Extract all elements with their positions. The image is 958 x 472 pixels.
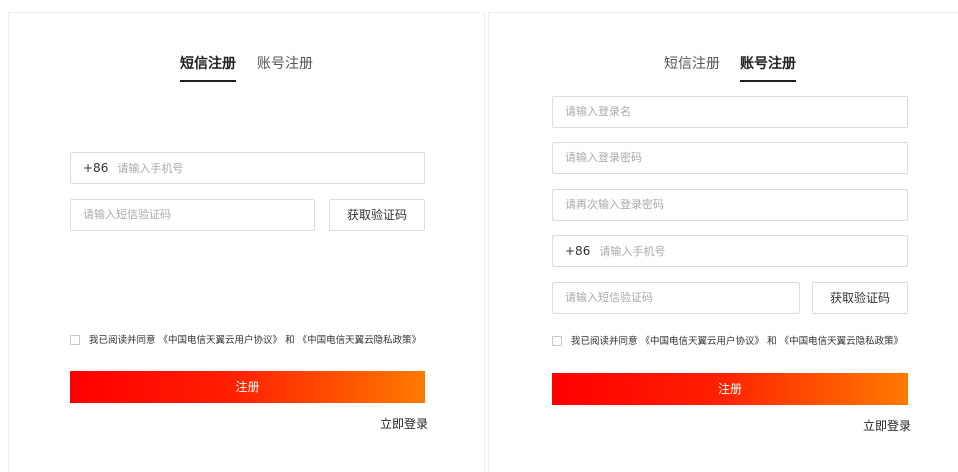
agreement-and: 和 bbox=[767, 336, 777, 347]
register-tabs: 短信注册 账号注册 bbox=[9, 55, 482, 85]
tab-account-register[interactable]: 账号注册 bbox=[257, 55, 313, 73]
agreement-prefix: 我已阅读并同意 bbox=[89, 335, 156, 346]
privacy-policy-link[interactable]: 《中国电信天翼云隐私政策》 bbox=[780, 336, 904, 347]
privacy-policy-link[interactable]: 《中国电信天翼云隐私政策》 bbox=[298, 335, 422, 346]
sms-code-field[interactable]: 请输入短信验证码 bbox=[70, 199, 315, 231]
register-button[interactable]: 注册 bbox=[552, 373, 908, 405]
username-field[interactable]: 请输入登录名 bbox=[552, 96, 908, 128]
phone-field[interactable]: +86 请输入手机号 bbox=[552, 235, 908, 267]
panel-divider bbox=[484, 12, 485, 472]
tab-account-register[interactable]: 账号注册 bbox=[740, 55, 796, 82]
register-button[interactable]: 注册 bbox=[70, 371, 425, 403]
country-code-prefix: +86 bbox=[565, 244, 591, 258]
register-tabs: 短信注册 账号注册 bbox=[489, 55, 958, 85]
country-code-prefix: +86 bbox=[83, 161, 109, 175]
get-code-button[interactable]: 获取验证码 bbox=[329, 199, 425, 231]
username-placeholder: 请输入登录名 bbox=[565, 105, 631, 118]
phone-placeholder: 请输入手机号 bbox=[599, 245, 666, 258]
sms-code-placeholder: 请输入短信验证码 bbox=[83, 208, 171, 221]
sms-code-field[interactable]: 请输入短信验证码 bbox=[552, 282, 800, 314]
phone-field[interactable]: +86 请输入手机号 bbox=[70, 152, 425, 184]
tab-sms-register[interactable]: 短信注册 bbox=[180, 55, 236, 82]
get-code-button[interactable]: 获取验证码 bbox=[812, 282, 908, 314]
agreement-row: 我已阅读并同意 《中国电信天翼云用户协议》 和 《中国电信天翼云隐私政策》 bbox=[552, 335, 903, 349]
sms-code-placeholder: 请输入短信验证码 bbox=[565, 291, 653, 304]
login-link[interactable]: 立即登录 bbox=[863, 417, 911, 434]
password-confirm-placeholder: 请再次输入登录密码 bbox=[565, 198, 664, 211]
phone-placeholder: 请输入手机号 bbox=[117, 162, 184, 175]
agreement-checkbox[interactable] bbox=[552, 336, 562, 346]
password-field[interactable]: 请输入登录密码 bbox=[552, 142, 908, 174]
password-confirm-field[interactable]: 请再次输入登录密码 bbox=[552, 189, 908, 221]
sms-register-panel: 短信注册 账号注册 +86 请输入手机号 请输入短信验证码 获取验证码 我已阅读并… bbox=[8, 12, 482, 472]
account-register-panel: 短信注册 账号注册 请输入登录名 请输入登录密码 请再次输入登录密码 +86 请输… bbox=[488, 12, 958, 472]
user-agreement-link[interactable]: 《中国电信天翼云用户协议》 bbox=[159, 335, 283, 346]
login-link[interactable]: 立即登录 bbox=[380, 415, 428, 432]
tab-sms-register[interactable]: 短信注册 bbox=[664, 55, 720, 73]
password-placeholder: 请输入登录密码 bbox=[565, 151, 642, 164]
agreement-prefix: 我已阅读并同意 bbox=[571, 336, 638, 347]
agreement-and: 和 bbox=[285, 335, 295, 346]
user-agreement-link[interactable]: 《中国电信天翼云用户协议》 bbox=[641, 336, 765, 347]
agreement-row: 我已阅读并同意 《中国电信天翼云用户协议》 和 《中国电信天翼云隐私政策》 bbox=[70, 334, 421, 348]
agreement-checkbox[interactable] bbox=[70, 335, 80, 345]
